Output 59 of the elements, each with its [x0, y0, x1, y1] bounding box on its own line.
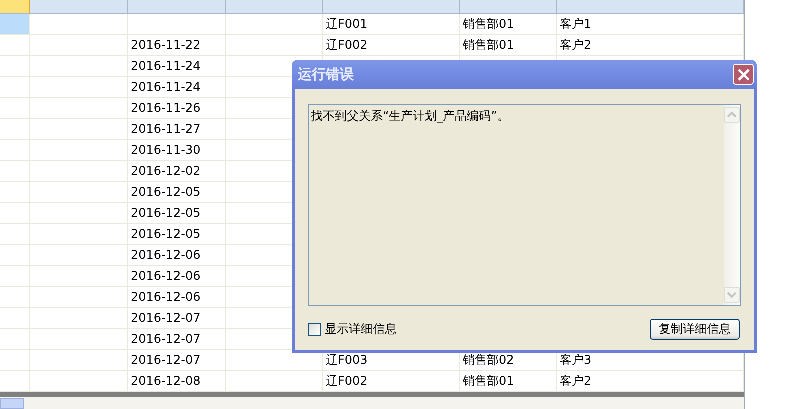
vertical-scrollbar[interactable]	[724, 105, 740, 305]
table-cell: 2016-12-05	[128, 224, 226, 245]
table-cell: 2016-12-06	[128, 266, 226, 287]
table-cell: 2016-11-22	[128, 35, 226, 56]
row-header[interactable]	[0, 203, 30, 224]
column-header[interactable]	[226, 0, 323, 14]
scroll-up-icon[interactable]	[724, 107, 740, 123]
table-cell: 2016-11-26	[128, 98, 226, 119]
row-header[interactable]	[0, 119, 30, 140]
horizontal-scrollbar[interactable]	[0, 397, 744, 409]
table-cell: 2016-12-05	[128, 203, 226, 224]
row-header[interactable]	[0, 224, 30, 245]
table-cell: 2016-11-30	[128, 140, 226, 161]
row-header[interactable]	[0, 161, 30, 182]
scrollbar-thumb[interactable]	[0, 398, 24, 409]
row-header[interactable]	[0, 14, 30, 35]
table-cell: 2016-12-06	[128, 245, 226, 266]
column-header[interactable]	[30, 0, 128, 14]
row-header[interactable]	[0, 266, 30, 287]
row-header[interactable]	[0, 308, 30, 329]
row-header[interactable]	[0, 329, 30, 350]
row-header[interactable]	[0, 77, 30, 98]
checkbox-label: 显示详细信息	[325, 321, 397, 338]
row-header[interactable]	[0, 182, 30, 203]
error-message: 找不到父关系“生产计划_产品编码”。	[311, 109, 510, 123]
table-cell: 销售部01	[460, 14, 557, 35]
copy-details-button[interactable]: 复制详细信息	[650, 319, 740, 340]
row-header[interactable]	[0, 245, 30, 266]
row-header[interactable]	[0, 56, 30, 77]
checkbox[interactable]	[308, 323, 321, 336]
table-cell: 2016-12-07	[128, 308, 226, 329]
row-header-corner	[0, 0, 30, 14]
row-header[interactable]	[0, 98, 30, 119]
row-header[interactable]	[0, 140, 30, 161]
column-header[interactable]	[557, 0, 744, 14]
column-header[interactable]	[460, 0, 557, 14]
table-cell: 辽F002	[323, 35, 460, 56]
scroll-down-icon[interactable]	[724, 287, 740, 303]
column-header[interactable]	[128, 0, 226, 14]
row-header[interactable]	[0, 350, 30, 371]
row-header[interactable]	[0, 371, 30, 392]
table-cell: 2016-11-24	[128, 56, 226, 77]
table-cell: 2016-12-07	[128, 350, 226, 371]
table-cell: 客户2	[557, 35, 744, 56]
table-cell: 2016-11-24	[128, 77, 226, 98]
close-button[interactable]	[733, 64, 754, 85]
table-cell: 销售部01	[460, 35, 557, 56]
dialog-title: 运行错误	[298, 66, 354, 84]
row-header[interactable]	[0, 287, 30, 308]
table-cell: 2016-12-02	[128, 161, 226, 182]
table-cell: 2016-12-06	[128, 287, 226, 308]
close-icon	[738, 68, 750, 80]
table-cell: 客户1	[557, 14, 744, 35]
table-cell: 辽F001	[323, 14, 460, 35]
row-header[interactable]	[0, 35, 30, 56]
table-cell: 2016-11-27	[128, 119, 226, 140]
table-cell: 2016-12-05	[128, 182, 226, 203]
table-cell: 2016-12-07	[128, 329, 226, 350]
column-header[interactable]	[323, 0, 460, 14]
